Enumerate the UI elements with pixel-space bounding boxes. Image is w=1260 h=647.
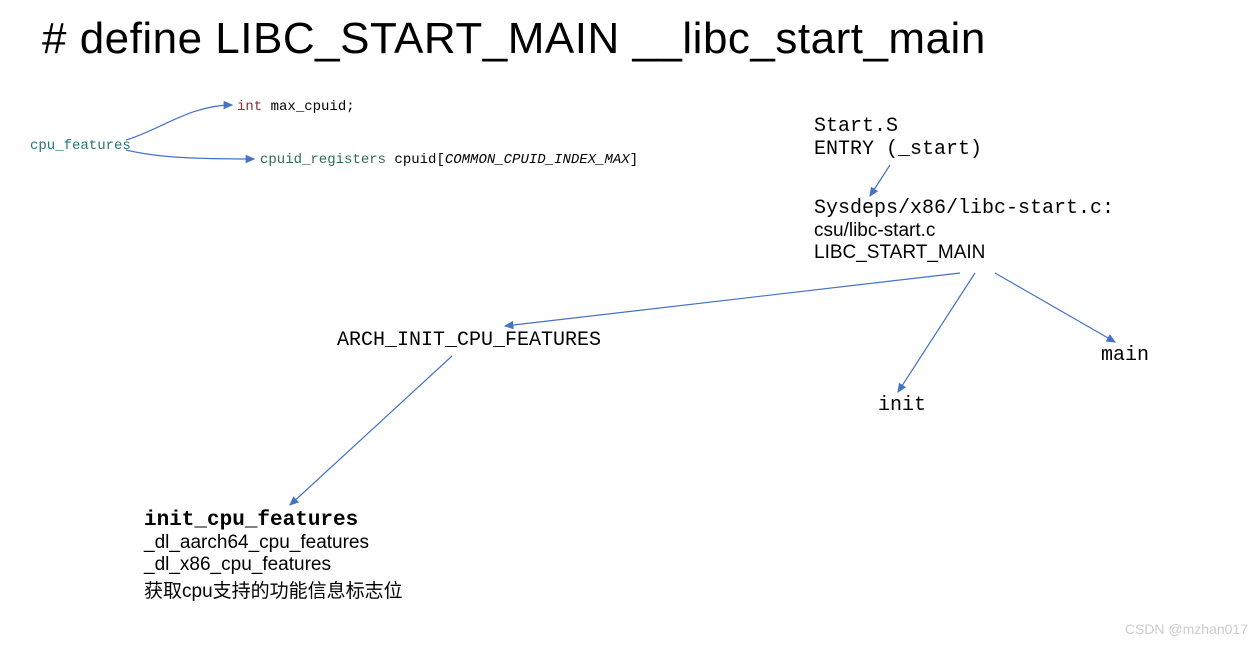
arrow-entry-to-sysdeps (870, 165, 890, 196)
arch-init-cpu-features: ARCH_INIT_CPU_FEATURES (337, 329, 601, 352)
int-keyword: int (237, 99, 262, 115)
arrow-libc-to-arch (505, 273, 960, 326)
init-label: init (878, 394, 926, 417)
start-s-line: Start.S (814, 115, 982, 138)
main-label: main (1101, 344, 1149, 367)
start-block: Start.S ENTRY (_start) (814, 115, 982, 161)
arrow-libc-to-init (898, 273, 975, 392)
init-cpu-features-title: init_cpu_features (144, 509, 403, 532)
watermark: CSDN @mzhan017 (1125, 621, 1248, 637)
libc-start-main-label: LIBC_START_MAIN (814, 242, 1114, 264)
csu-path: csu/libc-start.c (814, 220, 1114, 242)
diagram-title: # define LIBC_START_MAIN __libc_start_ma… (42, 14, 986, 64)
arrow-libc-to-main (995, 273, 1115, 342)
cpu-flags-desc-line: 获取cpu支持的功能信息标志位 (144, 576, 403, 603)
entry-start-line: ENTRY (_start) (814, 138, 982, 161)
max-cpuid-decl: int max_cpuid; (237, 99, 355, 115)
cpu-features-root: cpu_features (30, 138, 131, 154)
arrow-cpu-to-registers (126, 150, 254, 159)
cpuid-registers-decl: cpuid_registers cpuid[COMMON_CPUID_INDEX… (260, 152, 638, 168)
struct-name: cpuid_registers (260, 152, 386, 168)
dl-x86-line: _dl_x86_cpu_features (144, 554, 403, 576)
dl-aarch64-line: _dl_aarch64_cpu_features (144, 532, 403, 554)
sysdeps-block: Sysdeps/x86/libc-start.c: csu/libc-start… (814, 197, 1114, 264)
init-cpu-features-block: init_cpu_features _dl_aarch64_cpu_featur… (144, 509, 403, 603)
arrow-cpu-to-maxcpuid (126, 105, 232, 140)
sysdeps-path: Sysdeps/x86/libc-start.c: (814, 197, 1114, 220)
arrow-arch-to-initcpu (290, 356, 452, 505)
